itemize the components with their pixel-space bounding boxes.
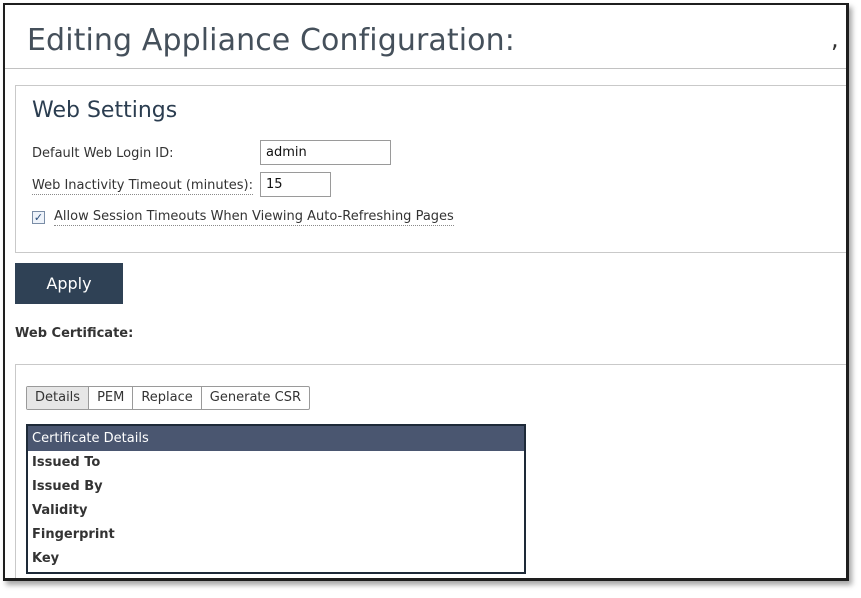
login-id-input[interactable]	[260, 140, 391, 165]
checkmark-icon: ✓	[33, 211, 44, 224]
web-certificate-panel: Details PEM Replace Generate CSR Certifi…	[15, 364, 846, 578]
tab-replace[interactable]: Replace	[133, 387, 202, 409]
timeout-label: Web Inactivity Timeout (minutes):	[32, 178, 253, 195]
session-timeout-checkbox[interactable]: ✓	[32, 211, 45, 224]
details-row-validity: Validity	[32, 503, 88, 518]
configuration-window: Editing Appliance Configuration: , Web S…	[3, 3, 849, 581]
web-settings-title: Web Settings	[32, 98, 178, 123]
page-title: Editing Appliance Configuration:	[27, 23, 515, 58]
tab-generate-csr[interactable]: Generate CSR	[202, 387, 309, 409]
details-row-issued-to: Issued To	[32, 455, 101, 470]
web-settings-panel: Web Settings Default Web Login ID: Web I…	[15, 85, 846, 253]
tab-details[interactable]: Details	[27, 387, 90, 409]
certificate-tabs: Details PEM Replace Generate CSR	[26, 386, 311, 410]
session-timeout-label[interactable]: Allow Session Timeouts When Viewing Auto…	[54, 209, 454, 226]
title-divider	[5, 68, 846, 69]
apply-button[interactable]: Apply	[15, 263, 123, 304]
details-row-issued-by: Issued By	[32, 479, 103, 494]
timeout-input[interactable]	[260, 172, 331, 197]
details-row-fingerprint: Fingerprint	[32, 527, 115, 542]
details-row-key: Key	[32, 551, 60, 566]
certificate-details-header: Certificate Details	[28, 426, 524, 451]
page-title-suffix: ,	[831, 25, 839, 53]
web-certificate-heading: Web Certificate:	[15, 326, 134, 341]
tab-pem[interactable]: PEM	[89, 387, 134, 409]
login-id-label: Default Web Login ID:	[32, 146, 174, 161]
certificate-details-table: Certificate Details Issued To Issued By …	[26, 424, 526, 574]
